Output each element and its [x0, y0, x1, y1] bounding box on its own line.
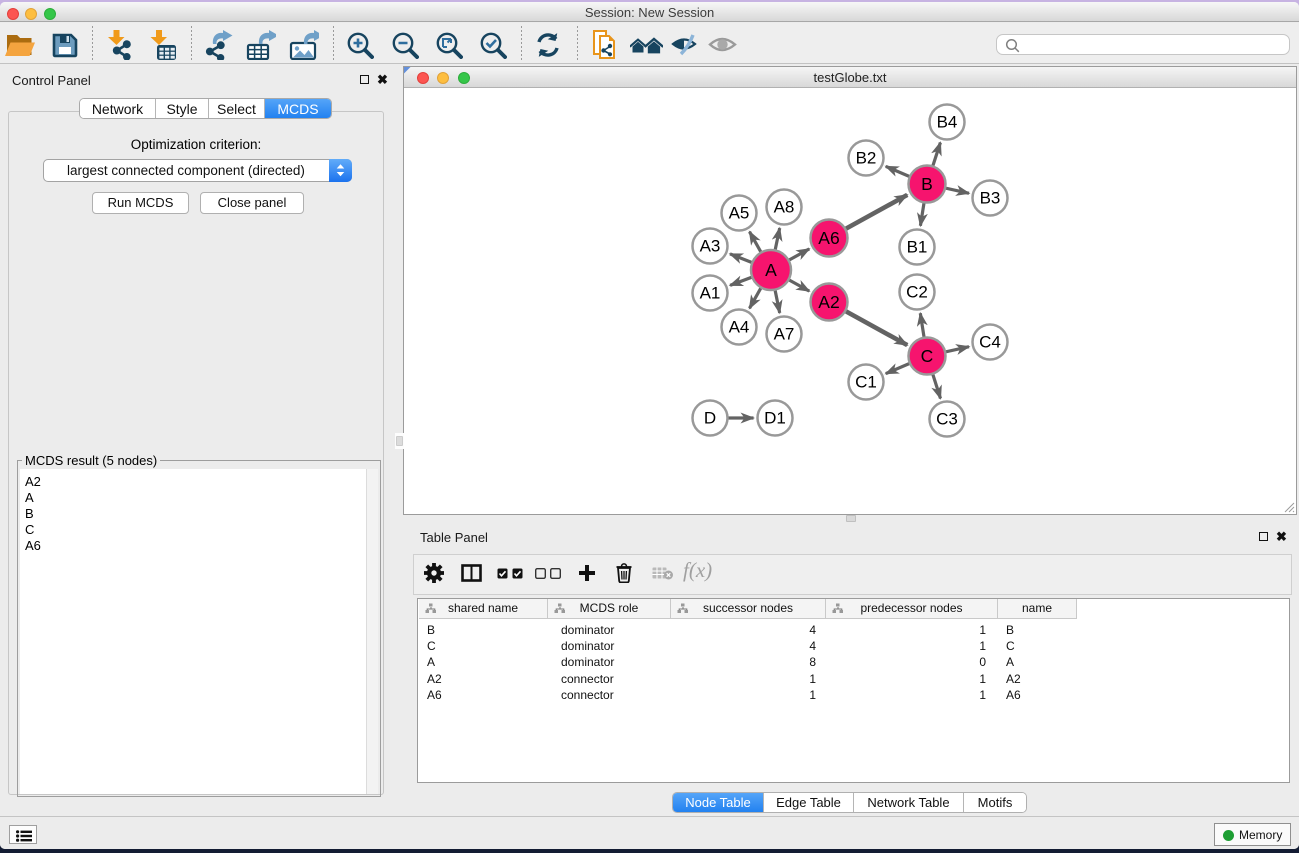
svg-text:A2: A2	[818, 292, 839, 312]
svg-text:A: A	[765, 260, 777, 280]
svg-text:A6: A6	[818, 228, 839, 248]
svg-text:B4: B4	[937, 113, 958, 132]
svg-text:B1: B1	[907, 238, 928, 257]
svg-text:A8: A8	[774, 198, 795, 217]
svg-text:A5: A5	[729, 204, 750, 223]
svg-text:C4: C4	[979, 333, 1001, 352]
svg-text:C3: C3	[936, 410, 958, 429]
svg-text:A7: A7	[774, 325, 795, 344]
svg-text:A3: A3	[700, 237, 721, 256]
svg-text:C1: C1	[855, 373, 877, 392]
svg-text:D1: D1	[764, 409, 786, 428]
svg-text:A1: A1	[700, 284, 721, 303]
svg-text:C: C	[921, 346, 934, 366]
svg-text:D: D	[704, 409, 716, 428]
svg-text:B2: B2	[856, 149, 877, 168]
svg-text:B3: B3	[980, 189, 1001, 208]
svg-text:A4: A4	[729, 318, 750, 337]
svg-text:C2: C2	[906, 283, 928, 302]
svg-text:B: B	[921, 174, 933, 194]
